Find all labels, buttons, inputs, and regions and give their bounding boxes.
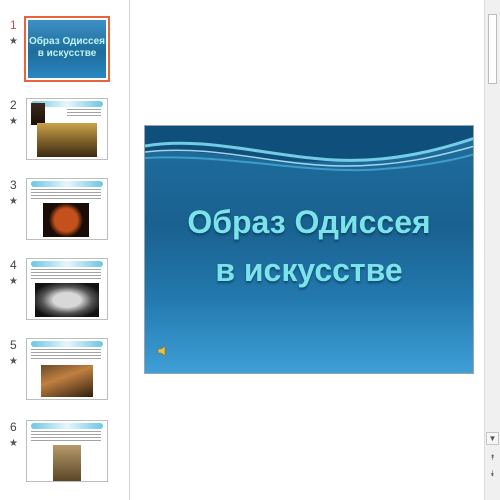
slide-number: 1 [10,18,17,32]
slide-number: 3 [10,178,17,192]
slide-preview-painting [37,123,97,157]
slide-thumbnail-panel: 1 ★ Образ Одиссея в искусстве 2 ★ 3 ★ 4 … [0,0,130,500]
slide-preview-sculpture-image [35,283,99,317]
transition-star-icon: ★ [9,36,18,47]
transition-star-icon: ★ [9,116,18,127]
slide-preview[interactable] [26,98,108,160]
slide-title-line-1: Образ Одиссея [187,204,431,240]
transition-star-icon: ★ [9,196,18,207]
slide-number: 5 [10,338,17,352]
slide-thumbnail-6[interactable]: 6 ★ [0,420,130,500]
current-slide[interactable]: Образ Одиссея в искусстве [144,125,474,374]
slide-number: 6 [10,420,17,434]
vertical-scrollbar[interactable]: ▼ ⯭ ⯯ [484,0,500,500]
slide-preview-text [31,349,101,361]
speaker-icon[interactable] [157,346,169,356]
slide-preview[interactable] [26,178,108,240]
transition-star-icon: ★ [9,356,18,367]
next-slide-button[interactable]: ⯯ [486,468,499,481]
slide-preview-portrait [31,103,45,125]
slide-preview[interactable] [26,258,108,320]
slide-title-line-2: в искусстве [215,252,403,288]
transition-star-icon: ★ [9,438,18,449]
slide-preview-selected[interactable]: Образ Одиссея в искусстве [24,16,110,82]
slide-title[interactable]: Образ Одиссея в искусстве [145,198,473,294]
slide-preview-text [31,189,101,199]
slide-thumbnail-4[interactable]: 4 ★ [0,258,130,338]
slide-preview-text [67,109,101,117]
slide-preview-painting [41,365,93,397]
slide-preview-header [31,181,103,187]
slide-preview-header [31,423,103,429]
slide-preview-text [31,269,101,279]
slide-preview-title: Образ Одиссея в искусстве [28,36,106,59]
slide-thumbnail-3[interactable]: 3 ★ [0,178,130,258]
previous-slide-button[interactable]: ⯭ [486,452,499,465]
slide-thumbnail-5[interactable]: 5 ★ [0,338,130,418]
slide-number: 2 [10,98,17,112]
slide-preview-header [31,261,103,267]
transition-star-icon: ★ [9,276,18,287]
scroll-down-button[interactable]: ▼ [486,432,499,445]
slide-preview[interactable] [26,420,108,482]
slide-preview-vase-image [43,203,89,237]
slide-wave-decoration [145,126,473,172]
slide-thumbnail-1[interactable]: 1 ★ Образ Одиссея в искусстве [0,16,130,98]
scrollbar-thumb[interactable] [488,14,497,84]
slide-number: 4 [10,258,17,272]
slide-preview-relief-image [53,445,81,481]
slide-thumbnail-2[interactable]: 2 ★ [0,98,130,178]
slide-preview-background: Образ Одиссея в искусстве [28,20,106,78]
slide-preview-text [31,431,101,443]
slide-preview[interactable] [26,338,108,400]
slide-preview-header [31,341,103,347]
